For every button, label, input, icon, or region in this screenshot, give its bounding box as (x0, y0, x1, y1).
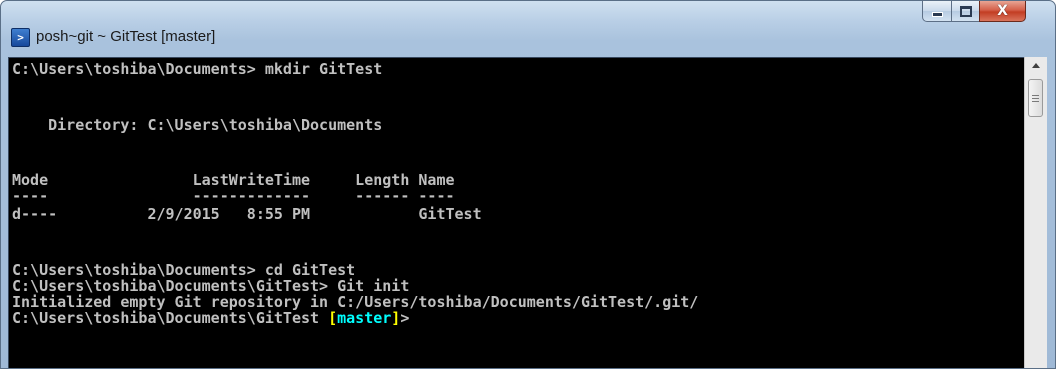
grip-line (1032, 98, 1039, 99)
minimize-icon (931, 11, 943, 17)
branch-open-bracket: [ (328, 309, 338, 327)
git-branch-name: master (337, 309, 392, 327)
console-line: C:\Users\toshiba\Documents> mkdir GitTes… (12, 60, 383, 78)
console-line: Mode LastWriteTime Length Name (12, 171, 455, 189)
console-line: ---- ------------- ------ ---- (12, 187, 455, 205)
branch-close-bracket: ] (391, 309, 401, 327)
window-title: posh~git ~ GitTest [master] (36, 28, 216, 45)
grip-line (1032, 101, 1039, 102)
scroll-up-button[interactable] (1025, 57, 1047, 74)
console-line: d---- 2/9/2015 8:55 PM GitTest (12, 205, 482, 223)
scroll-thumb[interactable] (1028, 79, 1043, 117)
console-line: Directory: C:\Users\toshiba\Documents (12, 116, 383, 134)
vertical-scrollbar[interactable] (1024, 57, 1047, 368)
console-line: C:\Users\toshiba\Documents> cd GitTest (12, 261, 356, 279)
prompt-line: C:\Users\toshiba\Documents\GitTest [mast… (12, 310, 409, 326)
console-output[interactable]: C:\Users\toshiba\Documents> mkdir GitTes… (8, 57, 1026, 368)
prompt-path: C:\Users\toshiba\Documents\GitTest (12, 309, 329, 327)
console-line: C:\Users\toshiba\Documents\GitTest> Git … (12, 277, 410, 295)
powershell-icon[interactable]: > (11, 28, 30, 47)
maximize-icon (959, 5, 972, 17)
scroll-up-arrow-icon (1032, 63, 1040, 68)
title-bar[interactable]: > posh~git ~ GitTest [master] (1, 1, 1055, 57)
prompt-suffix: > (400, 309, 410, 327)
maximize-button[interactable] (951, 1, 980, 22)
close-button[interactable]: X (979, 1, 1026, 22)
close-icon: X (997, 3, 1008, 19)
grip-line (1032, 95, 1039, 96)
console-line: Initialized empty Git repository in C:/U… (12, 293, 699, 311)
minimize-button[interactable] (922, 1, 952, 22)
console-window: > posh~git ~ GitTest [master] X C:\Users… (0, 0, 1056, 369)
